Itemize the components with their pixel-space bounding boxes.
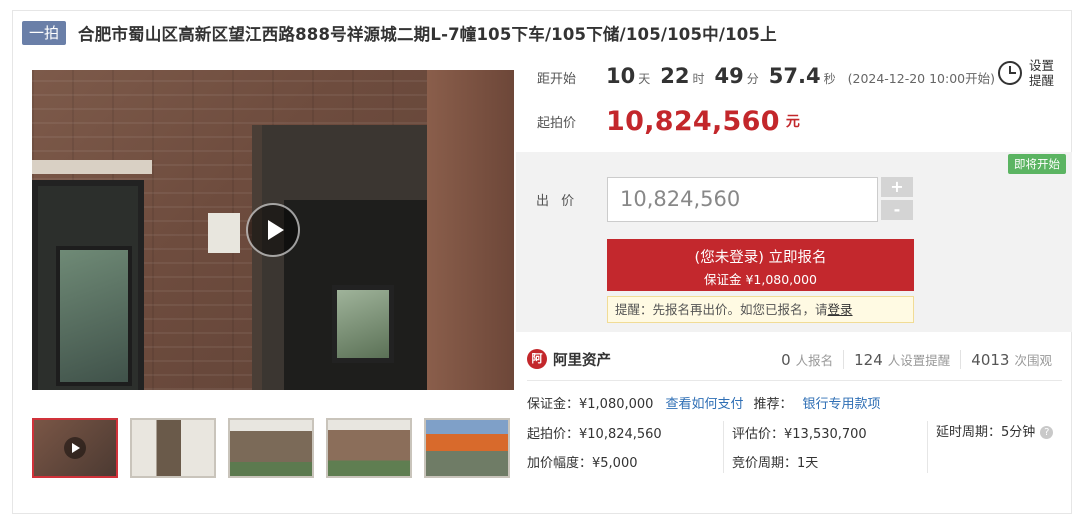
- countdown-label: 距开始: [537, 72, 577, 87]
- deposit-info: 保证金：¥1,080,000: [527, 396, 654, 412]
- window-lintel: [32, 160, 152, 174]
- login-tip: 提醒：先报名再出价。如您已报名，请登录: [607, 296, 914, 323]
- main-property-image[interactable]: [32, 70, 514, 390]
- minutes-value: 49: [714, 64, 744, 88]
- stat-number: 124: [854, 350, 883, 369]
- hours-value: 22: [660, 64, 690, 88]
- set-reminder-button[interactable]: 设置提醒: [998, 56, 1066, 90]
- increase-bid-button[interactable]: +: [881, 177, 913, 197]
- stat-number: 4013: [971, 350, 1010, 369]
- ali-assets-logo-icon: 阿: [527, 349, 547, 369]
- round-tag: 一拍: [22, 21, 67, 45]
- divider: [527, 380, 1062, 381]
- bid-panel: 即将开始 出 价 10,824,560 + - (您未登录) 立即报名 保证金 …: [516, 152, 1072, 332]
- seconds-unit: 秒: [823, 72, 836, 86]
- bid-period-info: 竞价周期：1天: [732, 456, 819, 471]
- stat-label: 人设置提醒: [887, 352, 951, 368]
- platform-row: 阿 阿里资产 0 人报名 124 人设置提醒 4013 次围观: [527, 346, 1062, 372]
- back-window: [332, 285, 394, 363]
- thumbnail-image[interactable]: [130, 418, 216, 478]
- how-to-pay-link[interactable]: 查看如何支付: [665, 393, 743, 412]
- delay-period-text: 延时周期：5分钟: [936, 425, 1036, 440]
- price-unit: 元: [785, 114, 800, 130]
- property-title: 合肥市蜀山区高新区望江西路888号祥源城二期L-7幢105下车/105下储/10…: [78, 25, 777, 44]
- increment-info: 加价幅度：¥5,000: [527, 456, 638, 471]
- help-icon[interactable]: ?: [1040, 426, 1054, 439]
- delay-period-info: 延时周期：5分钟?: [936, 421, 1054, 440]
- minutes-unit: 分: [746, 72, 759, 86]
- brick-pillar: [427, 70, 514, 390]
- thumbnail-video[interactable]: [32, 418, 118, 478]
- left-window: [32, 180, 144, 390]
- divider: [927, 421, 928, 473]
- stats: 0 人报名 124 人设置提醒 4013 次围观: [771, 349, 1062, 369]
- play-icon: [64, 437, 86, 459]
- hours-unit: 时: [692, 72, 705, 86]
- days-unit: 天: [638, 72, 651, 86]
- divider: [723, 421, 724, 473]
- deposit-note: 保证金 ¥1,080,000: [703, 272, 818, 287]
- seconds-value: 57.4: [768, 64, 821, 88]
- bid-input[interactable]: 10,824,560: [607, 177, 878, 222]
- start-price-info: 起拍价：¥10,824,560: [527, 427, 662, 442]
- bank-account-link[interactable]: 银行专用款项: [802, 393, 880, 412]
- stat-label: 次围观: [1014, 352, 1052, 368]
- reminder-label: 设置提醒: [1029, 58, 1055, 88]
- thumbnail-image[interactable]: [424, 418, 510, 478]
- starting-price-value: 10,824,560: [606, 105, 780, 137]
- bid-label: 出 价: [536, 194, 579, 209]
- countdown: 距开始 10 天 22 时 49 分 57.4 秒 (2024-12-20 10…: [537, 64, 995, 94]
- views-stat: 4013 次围观: [960, 349, 1062, 369]
- title-row: 一拍 合肥市蜀山区高新区望江西路888号祥源城二期L-7幢105下车/105下储…: [22, 20, 777, 46]
- deposit-row: 保证金：¥1,080,000 查看如何支付 推荐： 银行专用款项: [527, 392, 880, 412]
- status-badge: 即将开始: [1008, 154, 1066, 174]
- starting-price-row: 起拍价 10,824,560 元: [537, 104, 800, 138]
- decrease-bid-button[interactable]: -: [881, 200, 913, 220]
- starting-price-label: 起拍价: [537, 115, 577, 131]
- stat-label: 人报名: [795, 352, 834, 368]
- login-link[interactable]: 登录: [828, 302, 853, 317]
- platform-name: 阿里资产: [553, 352, 611, 369]
- register-button-label: (您未登录) 立即报名: [694, 250, 827, 266]
- recommend-label: 推荐：: [753, 396, 793, 412]
- stat-number: 0: [781, 350, 791, 369]
- thumbnail-strip: [32, 418, 510, 478]
- thumbnail-image[interactable]: [326, 418, 412, 478]
- wall-notice: [208, 213, 240, 253]
- thumbnail-image[interactable]: [228, 418, 314, 478]
- tip-text: 提醒：先报名再出价。如您已报名，请: [615, 302, 828, 317]
- days-value: 10: [606, 64, 636, 88]
- appraisal-info: 评估价：¥13,530,700: [732, 427, 867, 442]
- play-video-icon[interactable]: [246, 203, 300, 257]
- registrations-stat: 0 人报名: [771, 350, 843, 369]
- reminders-stat: 124 人设置提醒: [843, 349, 960, 369]
- register-now-button[interactable]: (您未登录) 立即报名 保证金 ¥1,080,000: [607, 239, 914, 291]
- alarm-clock-icon: [998, 61, 1022, 85]
- start-time-note: (2024-12-20 10:00开始): [847, 71, 996, 86]
